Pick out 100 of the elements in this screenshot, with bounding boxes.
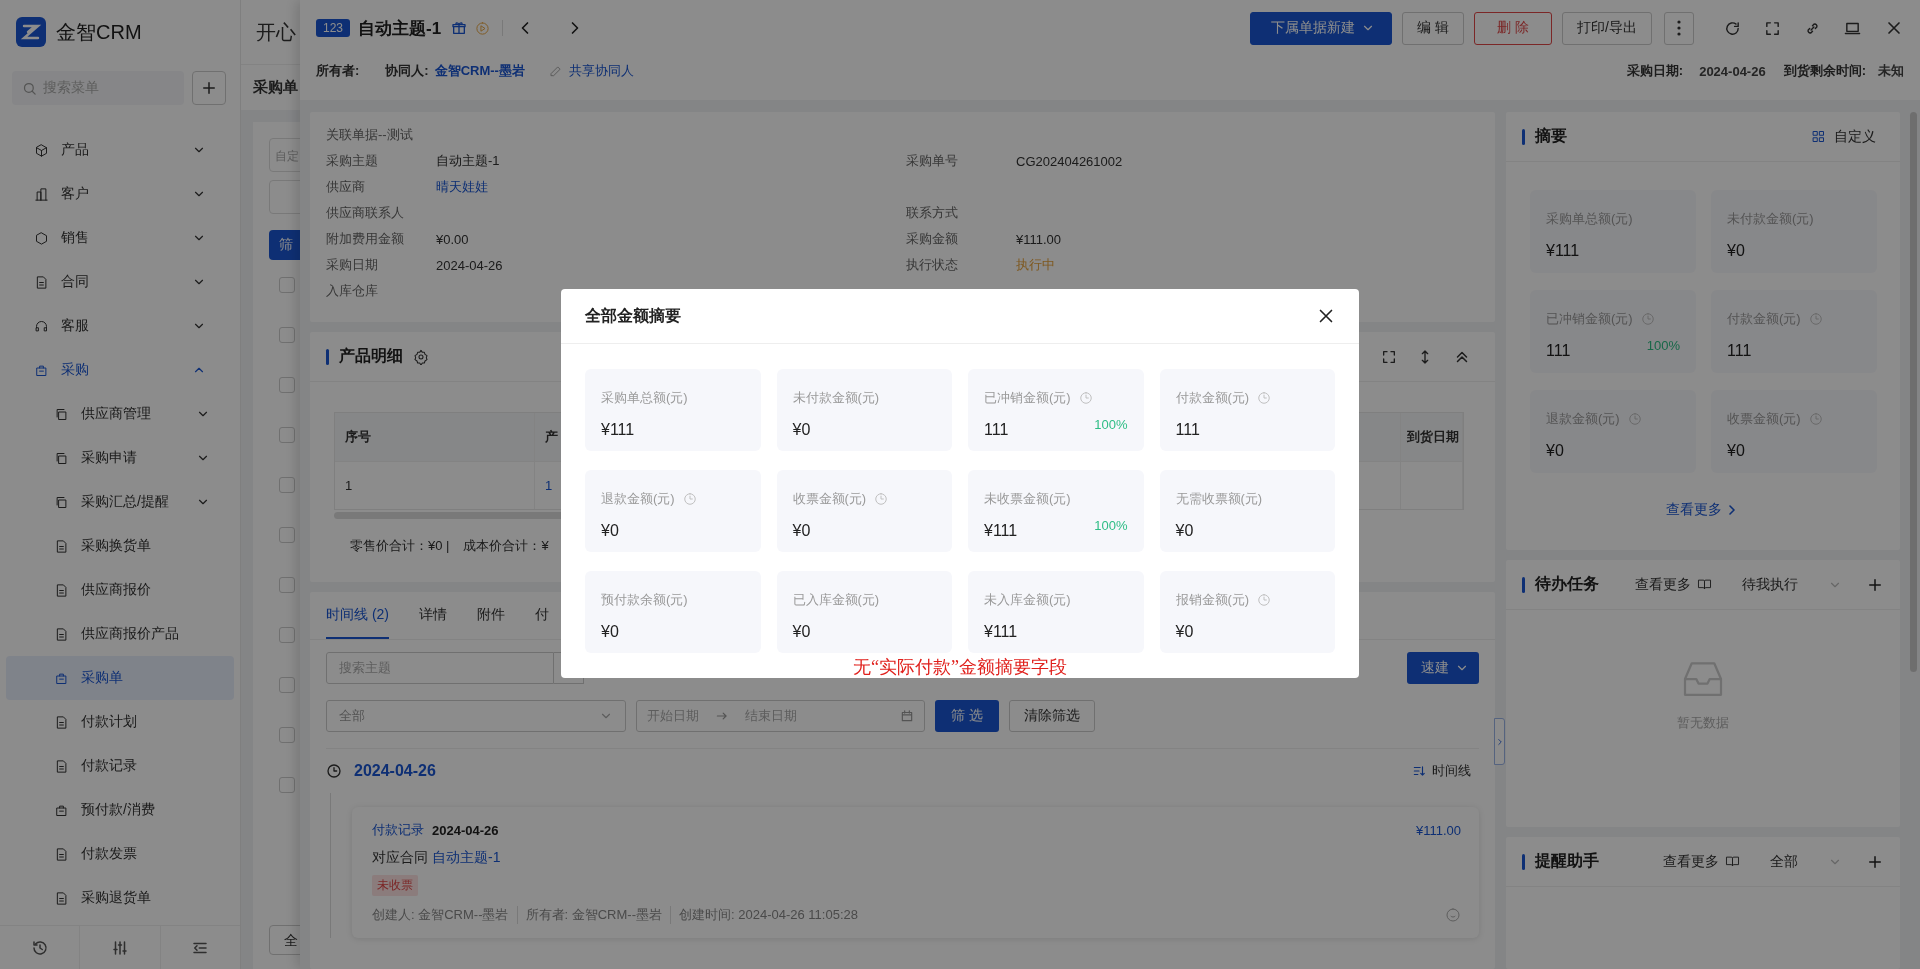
table-cell[interactable]: 1 — [545, 478, 553, 493]
entry-meta: 所有者: 金智CRM--墨岩 — [516, 906, 670, 924]
scrollbar-thumb[interactable] — [1910, 112, 1917, 672]
filter-select[interactable]: 待我执行 — [1742, 575, 1842, 594]
quick-create-button[interactable]: 速建 — [1407, 652, 1479, 684]
clear-filter-button[interactable]: 清除筛选 — [1008, 700, 1095, 732]
search-icon — [22, 80, 37, 96]
menu-item[interactable]: 客户 — [6, 172, 234, 216]
menu-item[interactable]: 供应商报价产品 — [6, 612, 234, 656]
filter-button[interactable]: 筛 选 — [935, 700, 999, 732]
amount-label: 退款金额(元) — [601, 490, 675, 508]
checkbox[interactable] — [279, 627, 295, 643]
tab[interactable]: 详情 — [419, 592, 447, 639]
contract-label: 对应合同 — [372, 849, 428, 867]
tab[interactable]: 付 — [535, 592, 549, 639]
amount-value: ¥111 — [984, 522, 1018, 540]
document-icon — [54, 846, 69, 862]
menu-item[interactable]: 采购 — [6, 348, 234, 392]
sliders-icon[interactable] — [111, 938, 129, 957]
amount-value: ¥0 — [601, 522, 619, 540]
checkbox[interactable] — [279, 777, 295, 793]
menu-item[interactable]: 付款计划 — [6, 700, 234, 744]
menu-item[interactable]: 采购换货单 — [6, 524, 234, 568]
view-more-link[interactable]: 查看更多 — [1663, 852, 1740, 871]
menu-item[interactable]: 采购单 — [6, 656, 234, 700]
checkbox[interactable] — [279, 527, 295, 543]
field-value: 自动主题-1 — [436, 152, 501, 170]
tab[interactable]: 时间线 (2) — [326, 592, 389, 639]
fullscreen-icon[interactable] — [1764, 19, 1781, 37]
amount-label: 未入库金额(元) — [984, 591, 1071, 609]
menu-item[interactable]: 供应商管理 — [6, 392, 234, 436]
checkbox[interactable] — [279, 277, 295, 293]
add-button[interactable] — [192, 71, 226, 105]
menu-item[interactable]: 预付款/消费 — [6, 788, 234, 832]
action-button[interactable]: 下属单据新建 — [1250, 11, 1393, 45]
hexagon-icon — [34, 230, 49, 246]
bag-icon — [54, 670, 69, 686]
view-toggle[interactable]: 时间线 — [1412, 762, 1471, 780]
action-button[interactable]: 编 辑 — [1402, 11, 1465, 45]
record-type-tag[interactable]: 付款记录 — [372, 821, 424, 839]
menu-item[interactable]: 产品 — [6, 128, 234, 172]
page-tab[interactable]: 采购单 — [253, 78, 298, 97]
share-collaborator-link[interactable]: 共享协同人 — [548, 62, 634, 80]
amount-label: 无需收票额(元) — [1175, 490, 1263, 508]
record-title: 自动主题-1 — [358, 17, 442, 40]
percent-value: 100% — [1646, 338, 1680, 353]
action-button[interactable]: 打印/导出 — [1562, 11, 1652, 45]
remaining-label: 到货剩余时间: — [1783, 62, 1866, 80]
entry-date: 2024-04-26 — [432, 822, 499, 838]
menu-item[interactable]: 采购申请 — [6, 436, 234, 480]
amount-value: ¥111 — [601, 421, 635, 439]
menu-item[interactable]: 合同 — [6, 260, 234, 304]
action-button[interactable]: 删 除 — [1474, 11, 1553, 45]
checkbox[interactable] — [279, 327, 295, 343]
field-value: ¥0.00 — [436, 231, 470, 247]
view-more-link[interactable]: 查看更多 — [1635, 575, 1712, 594]
menu-item[interactable]: 采购汇总/提醒 — [6, 480, 234, 524]
menu-item[interactable]: 供应商报价 — [6, 568, 234, 612]
field-value: 2024-04-26 — [436, 257, 504, 273]
percent-value: 100% — [1094, 518, 1128, 533]
supplier-link[interactable]: 晴天娃娃 — [436, 178, 906, 196]
document-icon — [54, 538, 69, 554]
history-icon[interactable] — [30, 938, 49, 957]
menu-item[interactable]: 销售 — [6, 216, 234, 260]
checkbox[interactable] — [279, 677, 295, 693]
menu-item[interactable]: 付款记录 — [6, 744, 234, 788]
filter-select[interactable]: 全部 — [1770, 852, 1842, 871]
collapse-handle[interactable] — [1494, 718, 1505, 765]
field-value: ¥111.00 — [1016, 231, 1063, 247]
table-cell: 1 — [345, 478, 353, 493]
menu-item[interactable]: 客服 — [6, 304, 234, 348]
menu-item[interactable]: 付款发票 — [6, 832, 234, 876]
field-label: 供应商 — [326, 178, 366, 196]
copy-icon — [54, 450, 69, 466]
settings-icon[interactable] — [413, 348, 429, 365]
checkbox[interactable] — [279, 427, 295, 443]
customize-link[interactable]: 自定义 — [1811, 127, 1876, 146]
checkbox[interactable] — [279, 377, 295, 393]
dialog-title: 全部金额摘要 — [585, 305, 681, 326]
contract-link[interactable]: 自动主题-1 — [432, 849, 501, 867]
amount-label: 未付款金额(元) — [792, 389, 880, 407]
collaborator-link[interactable]: 金智CRM--墨岩 — [434, 62, 525, 80]
fullscreen-icon[interactable] — [1381, 348, 1397, 365]
menu-item[interactable]: 采购退货单 — [6, 876, 234, 920]
amount-value: 111 — [1546, 342, 1571, 360]
refresh-icon[interactable] — [1724, 19, 1741, 37]
amount-value: ¥0 — [792, 623, 811, 641]
tab[interactable]: 附件 — [477, 592, 505, 639]
entry-meta: 创建人: 金智CRM--墨岩 — [372, 906, 510, 924]
checkbox[interactable] — [279, 477, 295, 493]
column-header: 序号 — [345, 428, 371, 446]
entry-amount: ¥111.00 — [1415, 822, 1461, 838]
date-label: 采购日期: — [1626, 62, 1684, 80]
record-badge: 123 — [316, 19, 351, 37]
checkbox[interactable] — [279, 727, 295, 743]
copy-icon — [54, 494, 69, 510]
headset-icon — [34, 318, 49, 334]
view-more-link[interactable]: 查看更多 — [1666, 501, 1740, 519]
checkbox[interactable] — [279, 577, 295, 593]
amount-value: 111 — [984, 421, 1009, 439]
